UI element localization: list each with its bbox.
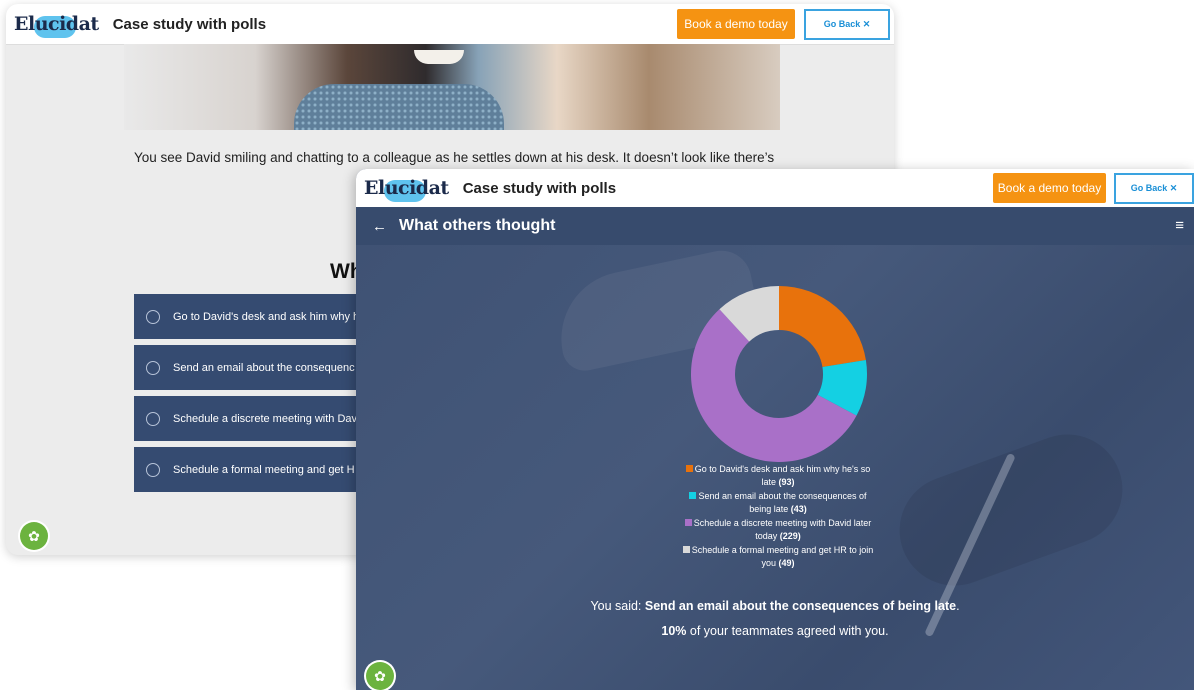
radio-icon[interactable] (146, 411, 160, 426)
donut-slice (779, 286, 866, 368)
elucidat-logo: Elucidat (364, 177, 449, 202)
agree-percent: 10% (661, 624, 687, 638)
legend-item: Send an email about the consequences of … (678, 490, 878, 516)
hero-image (124, 44, 780, 130)
poll-donut-chart (690, 285, 868, 463)
legend-value: (229) (779, 531, 801, 541)
agreement-text: 10% of your teammates agreed with you. (356, 624, 1194, 638)
legend-item: Schedule a formal meeting and get HR to … (678, 544, 878, 570)
hero-shirt (294, 84, 504, 130)
option-label: Schedule a discrete meeting with Dav (173, 412, 358, 425)
chart-legend: Go to David's desk and ask him why he's … (678, 463, 878, 571)
cookie-icon[interactable]: ✿ (366, 662, 394, 690)
book-demo-button[interactable]: Book a demo today (993, 173, 1106, 203)
answer-suffix: . (956, 599, 960, 613)
option-label: Go to David's desk and ask him why h (173, 310, 359, 323)
course-title: Case study with polls (462, 179, 617, 197)
your-answer-text: You said: Send an email about the conseq… (356, 599, 1194, 613)
legend-label: Send an email about the consequences of … (698, 491, 867, 514)
option-3[interactable]: Schedule a discrete meeting with Dav (134, 396, 359, 441)
hero-smile (414, 50, 464, 64)
option-label: Send an email about the consequenc (173, 361, 355, 374)
option-1[interactable]: Go to David's desk and ask him why h (134, 294, 359, 339)
answer-prefix: You said: (590, 599, 645, 613)
page-header: ← What others thought ≡ (356, 207, 1194, 245)
go-back-button[interactable]: Go Back ✕ (804, 9, 890, 40)
donut-svg (691, 286, 867, 462)
radio-icon[interactable] (146, 309, 160, 324)
legend-value: (49) (778, 558, 795, 568)
cookie-icon[interactable]: ✿ (20, 522, 48, 550)
legend-swatch (685, 465, 693, 472)
option-4[interactable]: Schedule a formal meeting and get H (134, 447, 359, 492)
legend-item: Go to David's desk and ask him why he's … (678, 463, 878, 489)
radio-icon[interactable] (146, 462, 160, 477)
page-title: What others thought (399, 217, 556, 234)
option-2[interactable]: Send an email about the consequenc (134, 345, 359, 390)
book-demo-button[interactable]: Book a demo today (677, 9, 795, 39)
legend-value: (93) (778, 477, 795, 487)
go-back-button[interactable]: Go Back ✕ (1114, 173, 1194, 204)
legend-swatch (682, 546, 690, 553)
option-label: Schedule a formal meeting and get H (173, 463, 355, 476)
elucidat-logo: Elucidat (14, 13, 99, 38)
agree-label: of your teammates agreed with you. (686, 624, 889, 638)
hamburger-menu-icon[interactable]: ≡ (1175, 217, 1184, 234)
legend-item: Schedule a discrete meeting with David l… (678, 517, 878, 543)
back-arrow-icon[interactable]: ← (372, 218, 387, 235)
scenario-text: You see David smiling and chatting to a … (134, 150, 775, 165)
radio-icon[interactable] (146, 360, 160, 375)
answer-value: Send an email about the consequences of … (644, 599, 957, 613)
legend-value: (43) (790, 504, 807, 514)
course-title: Case study with polls (112, 15, 267, 33)
bg-hand (884, 418, 1138, 602)
front-window: Elucidat Case study with polls Book a de… (356, 169, 1194, 690)
legend-swatch (689, 492, 697, 499)
legend-swatch (684, 519, 692, 526)
